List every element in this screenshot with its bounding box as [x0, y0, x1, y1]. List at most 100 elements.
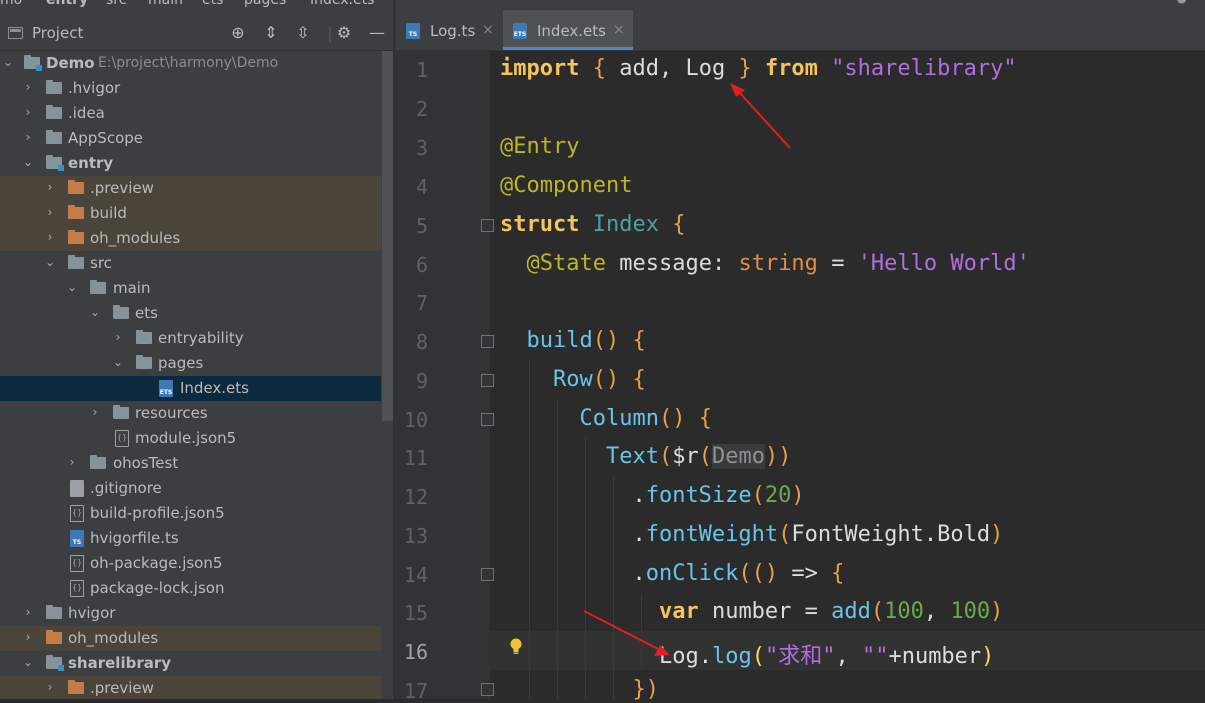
tree-item[interactable]: oh-package.json5 — [0, 551, 381, 576]
breadcrumb-item[interactable]: ets — [202, 0, 223, 8]
fold-icon[interactable] — [481, 219, 494, 232]
editor-top-strip: ● — [396, 0, 1205, 10]
tree-item-label: module.json5 — [135, 429, 237, 447]
chevron-down-icon[interactable]: ⌄ — [112, 355, 124, 369]
chevron-right-icon[interactable]: › — [22, 630, 34, 644]
chevron-right-icon[interactable]: › — [66, 455, 78, 469]
chevron-down-icon[interactable]: ⌄ — [66, 280, 78, 294]
tree-item[interactable]: › oh_modules — [0, 626, 381, 651]
chevron-down-icon[interactable]: ⌄ — [89, 305, 101, 319]
tree-item[interactable]: module.json5 — [0, 426, 381, 451]
tree-item[interactable]: › AppScope — [0, 126, 381, 151]
chevron-right-icon[interactable]: › — [112, 330, 124, 344]
chevron-right-icon[interactable]: › — [22, 130, 34, 144]
chevron-right-icon[interactable]: › — [44, 205, 56, 219]
tree-item-label: .preview — [90, 679, 154, 697]
code-line-5: struct Index { — [500, 212, 686, 237]
folder-icon — [68, 255, 84, 269]
chevron-right-icon[interactable]: › — [22, 105, 34, 119]
tree-item[interactable]: TS hvigorfile.ts — [0, 526, 381, 551]
chevron-right-icon[interactable]: › — [22, 80, 34, 94]
tree-item-label: pages — [158, 354, 204, 372]
tree-item-label: package-lock.json — [90, 579, 225, 597]
chevron-right-icon[interactable]: › — [44, 680, 56, 694]
excluded-folder-icon — [68, 180, 84, 194]
chevron-right-icon[interactable]: › — [44, 230, 56, 244]
tab-log-ts[interactable]: TS Log.ts × — [396, 10, 500, 50]
tree-item[interactable]: › ohosTest — [0, 451, 381, 476]
tree-item[interactable]: ⌄ main — [0, 276, 381, 301]
gear-icon[interactable]: ⚙ — [335, 24, 353, 42]
fold-icon[interactable] — [481, 413, 494, 426]
breadcrumb-item[interactable]: src — [106, 0, 126, 8]
tree-item-sharelibrary[interactable]: ⌄ sharelibrary — [0, 651, 381, 676]
json-file-icon — [70, 555, 84, 572]
tree-item[interactable]: › hvigor — [0, 601, 381, 626]
tree-item[interactable]: ⌄ pages — [0, 351, 381, 376]
chevron-down-icon[interactable]: ⌄ — [22, 655, 34, 669]
line-number: 13 — [403, 524, 428, 548]
tree-item-label: resources — [135, 404, 208, 422]
code-line-13: .fontWeight(FontWeight.Bold) — [632, 522, 1004, 547]
fold-icon[interactable] — [481, 568, 494, 581]
tree-item-label: .preview — [90, 179, 154, 197]
chevron-down-icon[interactable]: ⌄ — [2, 55, 14, 69]
expand-all-icon[interactable]: ⇕ — [262, 24, 280, 42]
chevron-right-icon[interactable]: › — [89, 405, 101, 419]
project-panel-title[interactable]: Project — [32, 24, 83, 42]
tree-item[interactable]: › .preview — [0, 176, 381, 201]
tab-index-ets[interactable]: ETS Index.ets × — [503, 10, 633, 50]
chevron-right-icon[interactable]: › — [44, 180, 56, 194]
fold-icon[interactable] — [481, 374, 494, 387]
tree-item-entry[interactable]: ⌄ entry — [0, 151, 381, 176]
module-folder-icon — [24, 55, 42, 71]
minimize-icon[interactable]: — — [368, 24, 386, 42]
chevron-down-icon[interactable]: ● — [1177, 0, 1187, 5]
tree-item-selected[interactable]: ETS Index.ets — [0, 376, 381, 401]
line-number: 10 — [403, 408, 428, 432]
tree-item[interactable]: › oh_modules — [0, 226, 381, 251]
breadcrumb-item[interactable]: pages — [244, 0, 286, 8]
tree-item[interactable]: build-profile.json5 — [0, 501, 381, 526]
line-number: 17 — [403, 679, 428, 703]
tree-scrollbar[interactable] — [382, 51, 393, 421]
folder-icon — [90, 455, 106, 469]
chevron-down-icon[interactable]: ⌄ — [22, 155, 34, 169]
fold-icon[interactable] — [481, 683, 494, 696]
close-icon[interactable]: × — [613, 22, 625, 38]
folder-icon — [46, 130, 62, 144]
module-folder-icon — [46, 155, 64, 171]
tree-item[interactable]: › build — [0, 201, 381, 226]
close-icon[interactable]: × — [482, 22, 494, 38]
breadcrumb-item[interactable]: mo — [0, 0, 22, 8]
tree-item[interactable]: › resources — [0, 401, 381, 426]
chevron-right-icon[interactable]: › — [22, 605, 34, 619]
tree-item-label: entryability — [158, 329, 244, 347]
tree-item[interactable]: ⌄ src — [0, 251, 381, 276]
tree-item[interactable]: › .idea — [0, 101, 381, 126]
tree-item-label: .idea — [68, 104, 105, 122]
crosshair-icon[interactable]: ⊕ — [229, 24, 247, 42]
breadcrumb-item[interactable]: entry — [46, 0, 88, 8]
fold-icon[interactable] — [481, 335, 494, 348]
tree-item[interactable]: › entryability — [0, 326, 381, 351]
breadcrumb-item[interactable]: main — [148, 0, 183, 8]
tree-item[interactable]: › .preview — [0, 676, 381, 699]
folder-icon — [136, 330, 152, 344]
tree-item-label: Demo — [46, 54, 95, 72]
tree-item-demo[interactable]: ⌄ Demo E:\project\harmony\Demo — [0, 51, 381, 76]
folder-icon — [113, 305, 129, 319]
tree-item[interactable]: .gitignore — [0, 476, 381, 501]
lightbulb-icon[interactable] — [509, 637, 523, 655]
tree-item[interactable]: package-lock.json — [0, 576, 381, 601]
line-number: 15 — [403, 601, 428, 625]
breadcrumb-item[interactable]: Index.ets — [310, 0, 374, 8]
tree-item-label: src — [90, 254, 112, 272]
line-number-current: 16 — [403, 640, 428, 664]
json-file-icon — [70, 580, 84, 597]
tree-item[interactable]: › .hvigor — [0, 76, 381, 101]
collapse-all-icon[interactable]: ⇳ — [294, 24, 312, 42]
chevron-down-icon[interactable]: ⌄ — [44, 255, 56, 269]
code-line-17: }) — [632, 677, 659, 702]
tree-item[interactable]: ⌄ ets — [0, 301, 381, 326]
